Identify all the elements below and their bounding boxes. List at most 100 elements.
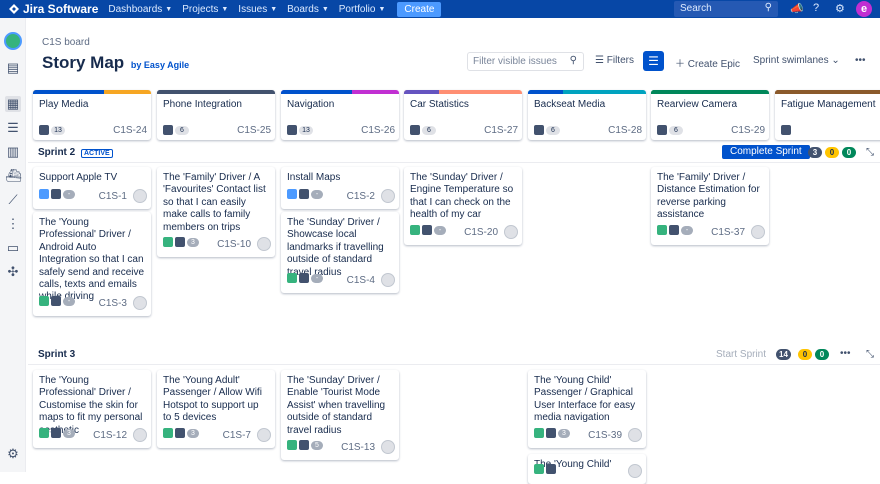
assignee-avatar[interactable] — [628, 428, 642, 442]
issue-key[interactable]: C1S-7 — [223, 430, 251, 441]
start-sprint-button[interactable]: Start Sprint — [716, 349, 766, 360]
byline[interactable]: by Easy Agile — [131, 60, 189, 70]
complete-sprint-button[interactable]: Complete Sprint — [722, 145, 810, 159]
epic-card[interactable]: Navigation 13 C1S-26 — [281, 90, 399, 140]
epic-card[interactable]: Play Media 13 C1S-24 — [33, 90, 151, 140]
filter-input[interactable]: Filter visible issues ⚲ — [467, 52, 584, 71]
assignee-avatar[interactable] — [133, 189, 147, 203]
issue-count: 6 — [669, 126, 683, 135]
issue-key[interactable]: C1S-37 — [711, 227, 745, 238]
search-input[interactable]: Search ⚲ — [674, 1, 778, 17]
breadcrumb[interactable]: C1S board — [42, 37, 90, 48]
story-icon — [534, 464, 544, 474]
assignee-avatar[interactable] — [257, 428, 271, 442]
nav-boards[interactable]: Boards ▼ — [287, 4, 329, 15]
story-icon — [39, 296, 49, 306]
epic-card[interactable]: Phone Integration 6 C1S-25 — [157, 90, 275, 140]
settings-icon[interactable]: ⚙ — [5, 446, 21, 462]
story-card[interactable]: The 'Sunday' Driver / Showcase local lan… — [281, 212, 399, 293]
project-avatar[interactable] — [4, 32, 22, 50]
assignee-avatar[interactable] — [751, 225, 765, 239]
epic-key[interactable]: C1S-25 — [237, 125, 271, 136]
assignee-avatar[interactable] — [628, 464, 642, 478]
more-button[interactable]: ••• — [855, 55, 866, 66]
assignee-avatar[interactable] — [133, 428, 147, 442]
sprint-name[interactable]: Sprint 3 — [38, 349, 75, 360]
issue-key[interactable]: C1S-2 — [347, 191, 375, 202]
story-card[interactable]: The 'Family' Driver / Distance Estimatio… — [651, 167, 769, 245]
story-card[interactable]: The 'Sunday' Driver / Engine Temperature… — [404, 167, 522, 245]
issue-key[interactable]: C1S-4 — [347, 275, 375, 286]
issue-key[interactable]: C1S-3 — [99, 298, 127, 309]
board-icon[interactable]: ☰ — [5, 120, 21, 136]
more-icon[interactable]: ••• — [840, 348, 851, 359]
story-card[interactable]: Support Apple TV - C1S-1 — [33, 167, 151, 209]
assignee-avatar[interactable] — [257, 237, 271, 251]
swimlanes-dropdown[interactable]: Sprint swimlanes ⌄ — [753, 55, 840, 66]
issue-key[interactable]: C1S-12 — [93, 430, 127, 441]
megaphone-icon[interactable]: 📣 — [790, 2, 804, 15]
issue-count: 13 — [51, 126, 65, 135]
gear-icon[interactable]: ⚙ — [835, 2, 845, 15]
epic-card[interactable]: Fatigue Management — [775, 90, 880, 140]
card-summary: The 'Family' Driver / Distance Estimatio… — [657, 172, 760, 221]
components-icon[interactable]: ⋮ — [5, 216, 21, 232]
epic-card[interactable]: Rearview Camera 6 C1S-29 — [651, 90, 769, 140]
story-card[interactable]: The 'Young Child' Passenger / Graphical … — [528, 370, 646, 448]
epic-card[interactable]: Car Statistics 6 C1S-27 — [404, 90, 522, 140]
story-card[interactable]: The 'Young Professional' Driver / Androi… — [33, 212, 151, 316]
add-ons-icon[interactable]: ✣ — [5, 264, 21, 280]
epic-icon — [163, 125, 173, 135]
story-card[interactable]: The 'Young Child' — [528, 454, 646, 484]
story-map-icon[interactable]: ▦ — [5, 96, 21, 112]
in-progress-count: 0 — [825, 147, 839, 158]
collapse-icon[interactable]: ⤡ — [866, 349, 874, 360]
issue-key[interactable]: C1S-10 — [217, 239, 251, 250]
story-card[interactable]: The 'Young Professional' Driver / Custom… — [33, 370, 151, 448]
assignee-avatar[interactable] — [381, 440, 395, 454]
user-avatar[interactable]: e — [856, 1, 872, 17]
issue-key[interactable]: C1S-39 — [588, 430, 622, 441]
assignee-avatar[interactable] — [381, 189, 395, 203]
issue-key[interactable]: C1S-1 — [99, 191, 127, 202]
help-icon[interactable]: ? — [813, 2, 819, 14]
story-card[interactable]: The 'Young Adult' Passenger / Allow Wifi… — [157, 370, 275, 448]
collapse-icon[interactable]: ⤡ — [866, 147, 874, 158]
backlog-icon[interactable]: ▤ — [5, 60, 21, 76]
filters-button[interactable]: ☰ Filters — [595, 55, 634, 66]
create-button[interactable]: Create — [397, 1, 442, 17]
epic-icon — [422, 225, 432, 235]
assignee-avatar[interactable] — [381, 273, 395, 287]
ship-icon[interactable]: ⛴ — [5, 168, 22, 184]
nav-dashboards[interactable]: Dashboards ▼ — [108, 4, 172, 15]
view-toggle-button[interactable]: ☰ — [643, 51, 664, 71]
nav-portfolio[interactable]: Portfolio ▼ — [339, 4, 386, 15]
assignee-avatar[interactable] — [504, 225, 518, 239]
nav-projects[interactable]: Projects ▼ — [182, 4, 228, 15]
epic-key[interactable]: C1S-28 — [608, 125, 642, 136]
issue-key[interactable]: C1S-20 — [464, 227, 498, 238]
reports-icon[interactable]: ⟋ — [5, 192, 21, 208]
epic-icon — [299, 273, 309, 283]
create-epic-button[interactable]: ＋ Create Epic — [675, 55, 740, 70]
card-footer — [534, 464, 642, 478]
nav-issues[interactable]: Issues ▼ — [238, 4, 277, 15]
epic-key[interactable]: C1S-27 — [484, 125, 518, 136]
issue-key[interactable]: C1S-13 — [341, 442, 375, 453]
monitor-icon[interactable]: ▭ — [5, 240, 21, 256]
story-card[interactable]: Install Maps - C1S-2 — [281, 167, 399, 209]
jira-logo[interactable]: Jira Software — [8, 2, 98, 16]
epic-key[interactable]: C1S-24 — [113, 125, 147, 136]
sprint-name[interactable]: Sprint 2 — [38, 147, 75, 158]
page-title-text: Story Map — [42, 53, 125, 72]
epic-key[interactable]: C1S-29 — [731, 125, 765, 136]
card-summary: The 'Young Child' Passenger / Graphical … — [534, 375, 636, 424]
story-icon — [163, 237, 173, 247]
epic-key[interactable]: C1S-26 — [361, 125, 395, 136]
story-card[interactable]: The 'Sunday' Driver / Enable 'Tourist Mo… — [281, 370, 399, 460]
epic-card[interactable]: Backseat Media 6 C1S-28 — [528, 90, 646, 140]
sprint-header: Sprint 2 ACTIVE Complete Sprint 3 0 0 ⤡ — [28, 145, 880, 163]
columns-icon[interactable]: ▥ — [5, 144, 21, 160]
story-card[interactable]: The 'Family' Driver / A 'Favourites' Con… — [157, 167, 275, 257]
assignee-avatar[interactable] — [133, 296, 147, 310]
